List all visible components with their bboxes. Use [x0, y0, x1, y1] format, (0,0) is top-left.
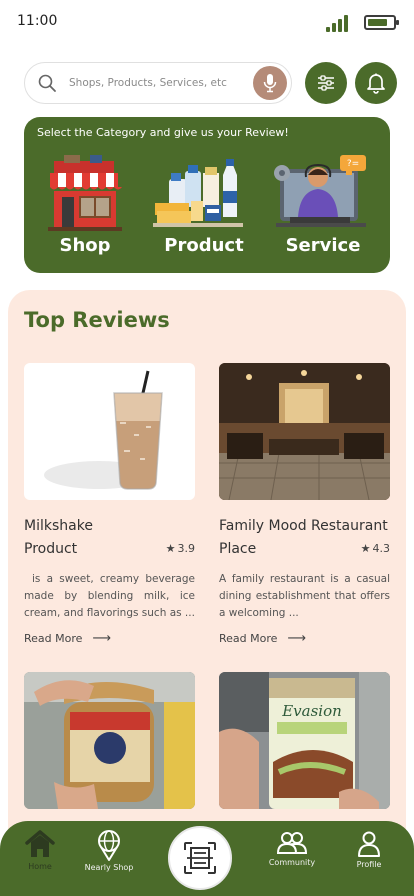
nav-profile[interactable]: Profile [334, 831, 404, 881]
review-category: Place [219, 541, 257, 557]
svg-text:?=: ?= [347, 159, 359, 169]
search-bar[interactable] [24, 62, 292, 104]
star-icon: ★ [360, 542, 371, 555]
review-rating: ★ 3.9 [166, 542, 195, 555]
home-icon [25, 830, 55, 857]
status-bar: 11:00 [0, 0, 414, 44]
category-shop[interactable]: Shop [30, 151, 140, 269]
rating-value: 3.9 [177, 542, 196, 555]
bell-icon [367, 73, 385, 94]
rating-value: 4.3 [372, 542, 391, 555]
review-name: Milkshake [24, 518, 93, 534]
read-more-label: Read More [219, 632, 278, 645]
voice-search-button[interactable] [253, 66, 287, 100]
battery-icon [364, 15, 399, 30]
scan-button[interactable] [168, 826, 232, 890]
nav-community[interactable]: Community [257, 831, 327, 881]
groceries-icon [153, 159, 243, 227]
restaurant-interior-photo[interactable] [219, 363, 390, 500]
review-description: A family restaurant is a casual dining e… [219, 573, 390, 619]
nav-label: Home [28, 862, 52, 871]
review-description: is a sweet, creamy beverage made by blen… [24, 573, 195, 619]
nav-nearly-shop[interactable]: Nearly Shop [74, 829, 144, 879]
top-reviews-section: Top Reviews Milkshake Product ★ 3.9 is a … [8, 290, 406, 896]
star-icon: ★ [165, 542, 176, 555]
category-prompt: Select the Category and give us your Rev… [37, 126, 289, 139]
arrow-right-icon: ⟶ [287, 631, 307, 646]
people-icon [277, 832, 307, 854]
microphone-icon [263, 74, 277, 93]
battery-level [368, 19, 388, 26]
status-time: 11:00 [17, 13, 58, 29]
search-input[interactable] [69, 71, 241, 95]
filter-button[interactable] [305, 62, 347, 104]
category-card: Select the Category and give us your Rev… [24, 117, 390, 273]
chocolate-bar-photo[interactable]: Evasion [219, 672, 390, 809]
signal-icon [326, 14, 352, 32]
storefront-icon [48, 155, 122, 231]
notifications-button[interactable] [355, 62, 397, 104]
review-rating: ★ 4.3 [361, 542, 390, 555]
category-label: Service [285, 235, 361, 256]
sliders-icon [318, 75, 334, 91]
category-service[interactable]: ?= Service [268, 151, 378, 269]
category-label: Shop [59, 235, 111, 256]
category-product[interactable]: Product [149, 151, 259, 269]
section-title: Top Reviews [24, 308, 170, 332]
review-category: Product [24, 541, 78, 557]
scan-icon [184, 842, 216, 874]
iced-coffee-milkshake-photo[interactable] [24, 363, 195, 500]
nav-label: Nearly Shop [84, 863, 134, 872]
read-more-label: Read More [24, 632, 83, 645]
read-more-link[interactable]: Read More ⟶ [219, 631, 306, 646]
svg-text:Evasion: Evasion [281, 702, 342, 720]
nav-label: Profile [356, 860, 382, 869]
spread-jar-photo[interactable] [24, 672, 195, 809]
category-label: Product [164, 235, 244, 256]
globe-pin-icon [98, 830, 120, 861]
nav-home[interactable]: Home [5, 829, 75, 879]
nav-label: Community [268, 858, 316, 867]
review-name: Family Mood Restaurant [219, 518, 388, 534]
user-icon [358, 831, 380, 857]
search-icon [38, 74, 56, 92]
arrow-right-icon: ⟶ [92, 631, 112, 646]
customer-service-icon: ?= [274, 155, 366, 227]
read-more-link[interactable]: Read More ⟶ [24, 631, 111, 646]
